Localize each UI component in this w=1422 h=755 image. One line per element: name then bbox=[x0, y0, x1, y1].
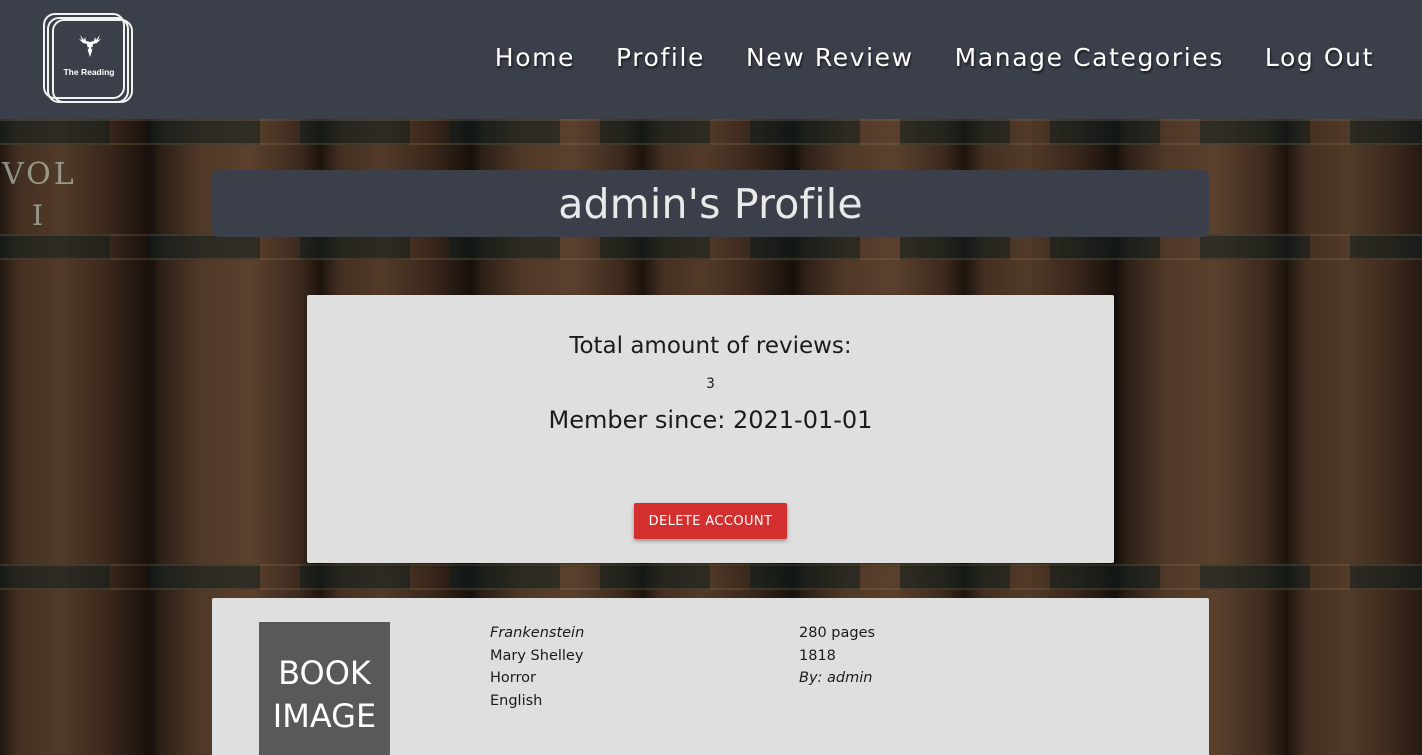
main-nav: Home Profile New Review Manage Categorie… bbox=[454, 42, 1374, 74]
nav-log-out-link[interactable]: Log Out bbox=[1265, 42, 1374, 74]
site-logo[interactable]: The Reading bbox=[43, 13, 135, 105]
page-title: admin's Profile bbox=[558, 179, 863, 228]
profile-title-banner: admin's Profile bbox=[212, 170, 1209, 237]
deer-icon bbox=[79, 35, 101, 57]
book-image-placeholder: BOOK IMAGE bbox=[259, 622, 390, 755]
book-pages: 280 pages bbox=[799, 625, 876, 641]
nav-manage-categories-link[interactable]: Manage Categories bbox=[955, 42, 1224, 74]
book-details-column: Frankenstein Mary Shelley Horror English bbox=[490, 622, 584, 712]
reviews-count-label: Total amount of reviews: bbox=[569, 333, 852, 359]
review-author: By: admin bbox=[799, 670, 873, 686]
book-language: English bbox=[490, 692, 543, 709]
nav-new-review-link[interactable]: New Review bbox=[746, 42, 914, 74]
book-category: Horror bbox=[490, 670, 536, 686]
book-year: 1818 bbox=[799, 647, 836, 664]
book-meta-column: 280 pages 1818 By: admin bbox=[799, 622, 875, 690]
member-since-text: Member since: 2021-01-01 bbox=[548, 406, 873, 434]
logo-text: The Reading bbox=[63, 67, 115, 77]
book-author: Mary Shelley bbox=[490, 647, 584, 664]
top-navbar: The Reading Home Profile New Review Mana… bbox=[0, 0, 1422, 119]
book-title: Frankenstein bbox=[490, 625, 585, 641]
reviews-count-value: 3 bbox=[706, 376, 715, 392]
nav-home-link[interactable]: Home bbox=[495, 42, 575, 74]
nav-profile-link[interactable]: Profile bbox=[616, 42, 705, 74]
review-card[interactable]: BOOK IMAGE Frankenstein Mary Shelley Hor… bbox=[212, 598, 1209, 755]
profile-stats-card: Total amount of reviews: 3 Member since:… bbox=[307, 295, 1114, 563]
delete-account-button[interactable]: DELETE ACCOUNT bbox=[634, 503, 787, 539]
